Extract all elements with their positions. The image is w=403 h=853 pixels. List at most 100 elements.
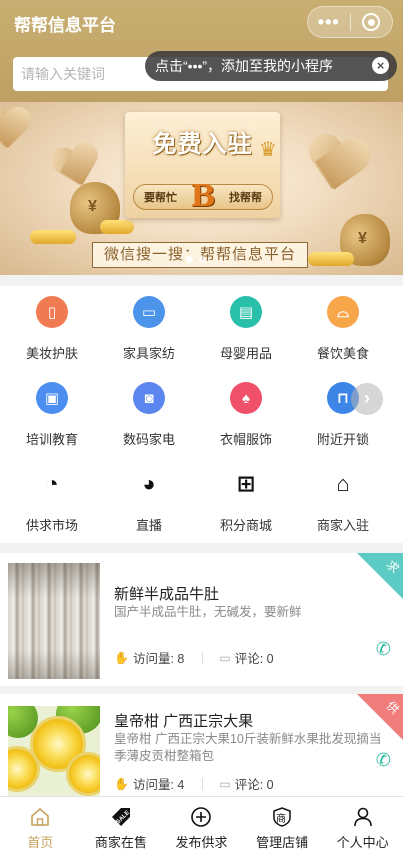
tip-close-icon[interactable]: ×	[372, 57, 389, 74]
gold-heart-decoration	[0, 108, 30, 152]
category-label: 家具家纺	[122, 346, 175, 361]
coin-stack-icon	[100, 220, 134, 234]
banner-slogan-strip: 要帮忙 B 找帮帮	[133, 179, 273, 214]
comment-icon: ▭	[219, 650, 231, 665]
dish-cover-icon: ⌓	[327, 296, 359, 328]
brand-logo: B	[190, 179, 216, 214]
chevron-right-icon[interactable]: ›	[351, 383, 383, 415]
baby-bottle-icon: ▤	[230, 296, 262, 328]
category-label: 母婴用品	[219, 346, 272, 361]
tab-publish[interactable]: 发布供求	[161, 797, 242, 853]
category-item[interactable]: ▯ 美妆护肤	[2, 286, 102, 372]
tab-profile[interactable]: 个人中心	[322, 797, 403, 853]
magnifier-icon: ◔	[45, 471, 59, 496]
category-item[interactable]: ⌂ 商家入驻	[293, 458, 393, 544]
category-item[interactable]: ⊞ 积分商城	[196, 458, 296, 544]
tab-label: 管理店铺	[256, 835, 309, 850]
category-label: 美妆护肤	[25, 346, 78, 361]
category-label: 数码家电	[122, 432, 175, 447]
category-label: 直播	[135, 518, 162, 533]
gift-icon: ⊞	[236, 471, 256, 496]
plus-circle-icon	[190, 806, 212, 828]
mini-program-home: 帮帮信息平台 ••• 点击“•••”，添加至我的小程序 × ¥ ¥ 免费入驻 ♛	[0, 0, 403, 853]
listing-title: 皇帝柑 广西正宗大果	[114, 713, 254, 730]
person-icon	[352, 806, 374, 828]
category-item[interactable]: ♠ 衣帽服饰	[196, 372, 296, 458]
coin-stack-icon	[30, 230, 76, 244]
camera-icon: ◙	[133, 382, 165, 414]
comment-count: 评论: 0	[234, 652, 274, 666]
capsule-menu: •••	[307, 6, 393, 38]
listing-thumbnail	[8, 706, 100, 796]
shop-house-icon: ⌂	[336, 471, 350, 496]
close-miniprogram-button[interactable]	[350, 13, 392, 31]
listing-thumbnail	[8, 563, 100, 679]
category-grid: ⌂ 商家入驻 ⊞ 积分商城 ◕ 直播 ◔ 供求市场 ⊓ 附近开锁 ♠ 衣帽服饰 ◙ 数码家电 ▣ 培训教育 ⌓ 餐…	[0, 286, 403, 543]
comment-count: 评论: 0	[234, 778, 274, 792]
shop-badge-icon: 商	[271, 806, 293, 828]
phone-icon[interactable]: ✆	[376, 639, 391, 660]
listing-meta: ✋ 访问量: 4 ▭ 评论: 0	[114, 774, 274, 793]
category-label: 附近开锁	[316, 432, 369, 447]
listing-meta: ✋ 访问量: 8 ▭ 评论: 0	[114, 648, 274, 667]
category-item[interactable]: ▭ 家具家纺	[99, 286, 199, 372]
tip-text: 点击“•••”，添加至我的小程序	[155, 58, 334, 74]
demand-corner-badge: 求	[357, 553, 403, 599]
category-item[interactable]: ◔ 供求市场	[2, 458, 102, 544]
home-icon	[29, 806, 51, 828]
banner-slogan-left: 要帮忙	[144, 192, 177, 204]
view-count: 访问量: 8	[132, 652, 185, 666]
lipstick-icon: ▯	[36, 296, 68, 328]
banner-headline: 免费入驻	[152, 131, 253, 158]
category-item[interactable]: ◙ 数码家电	[99, 372, 199, 458]
tab-manage-shop[interactable]: 商 管理店铺	[242, 797, 323, 853]
supply-corner-badge: 供	[357, 694, 403, 740]
app-title: 帮帮信息平台	[14, 16, 116, 35]
tab-label: 发布供求	[175, 835, 228, 850]
category-label: 积分商城	[219, 518, 272, 533]
promo-banner[interactable]: ¥ ¥ 免费入驻 ♛ 要帮忙 B 找帮帮 微信搜一搜：帮帮信息平台	[0, 102, 403, 275]
category-item[interactable]: ◕ 直播	[99, 458, 199, 544]
tab-merchant-sale[interactable]: SALE 商家在售	[81, 797, 162, 853]
carousel-dot[interactable]	[186, 256, 193, 263]
dress-icon: ♠	[230, 382, 262, 414]
sale-tag-icon: SALE	[110, 806, 132, 828]
carousel-dot[interactable]	[199, 256, 206, 263]
shop-badge-text: 商	[276, 814, 287, 825]
gold-heart-decoration	[300, 132, 371, 199]
listing-card[interactable]: 新鲜半成品牛肚 国产半成品牛肚，无碱发，要新鲜 ✋ 访问量: 8 ▭ 评论: 0…	[0, 553, 403, 686]
category-label: 商家入驻	[316, 518, 369, 533]
tab-label: 商家在售	[94, 835, 147, 850]
category-label: 供求市场	[25, 518, 78, 533]
view-count: 访问量: 4	[132, 778, 185, 792]
category-label: 衣帽服饰	[219, 432, 272, 447]
banner-slogan-right: 找帮帮	[228, 192, 262, 204]
category-item[interactable]: ▤ 母婴用品	[196, 286, 296, 372]
comment-icon: ▭	[219, 776, 231, 791]
sofa-icon: ▭	[133, 296, 165, 328]
listing-description: 皇帝柑 广西正宗大果10斤装新鲜水果批发现摘当季薄皮贡柑整箱包	[114, 732, 382, 763]
more-options-icon[interactable]: •••	[308, 7, 350, 37]
thumb-icon: ✋	[114, 650, 129, 665]
blackboard-icon: ▣	[36, 382, 68, 414]
tab-label: 首页	[27, 835, 54, 850]
listing-description: 国产半成品牛肚，无碱发，要新鲜	[114, 605, 302, 619]
category-item[interactable]: ⊓ 附近开锁	[293, 372, 393, 458]
target-icon	[362, 13, 381, 31]
phone-icon[interactable]: ✆	[376, 750, 391, 771]
listing-title: 新鲜半成品牛肚	[114, 586, 220, 603]
carousel-indicator	[186, 256, 206, 263]
category-item[interactable]: ⌓ 餐饮美食	[293, 286, 393, 372]
category-label: 餐饮美食	[316, 346, 369, 361]
tab-home[interactable]: 首页	[0, 797, 81, 853]
thumb-icon: ✋	[114, 776, 129, 791]
banner-board: 免费入驻 ♛ 要帮忙 B 找帮帮	[125, 112, 280, 218]
category-label: 培训教育	[25, 432, 78, 447]
tab-label: 个人中心	[336, 835, 389, 850]
crown-icon: ♛	[259, 139, 277, 161]
listing-card[interactable]: 皇帝柑 广西正宗大果 皇帝柑 广西正宗大果10斤装新鲜水果批发现摘当季薄皮贡柑整…	[0, 694, 403, 796]
coin-stack-icon	[308, 252, 354, 266]
tab-bar: 首页 SALE 商家在售 发布供求 商 管理店铺 个人中心	[0, 796, 403, 853]
category-item[interactable]: ▣ 培训教育	[2, 372, 102, 458]
banner-caption: 微信搜一搜：帮帮信息平台	[92, 242, 308, 268]
